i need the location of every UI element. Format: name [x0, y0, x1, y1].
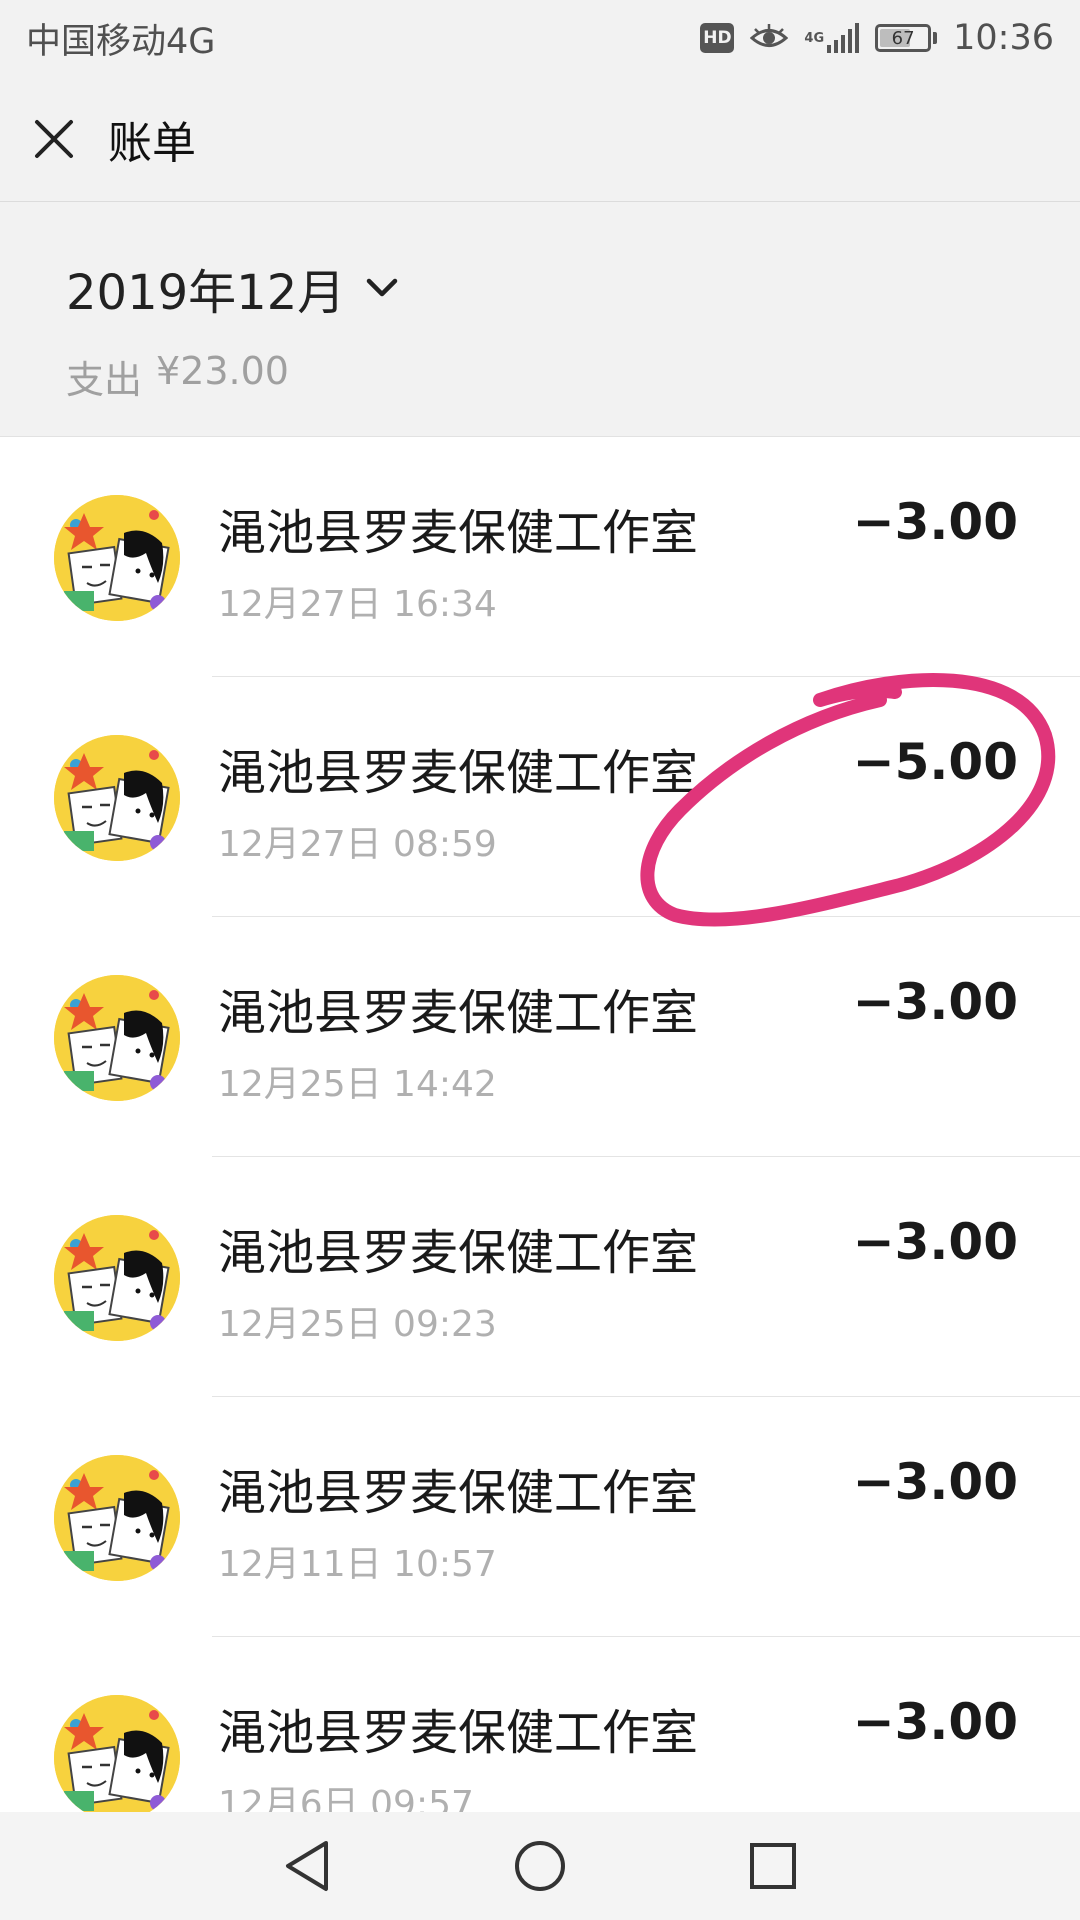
expense-amount: ¥23.00 — [156, 349, 289, 393]
merchant-avatar — [54, 1215, 180, 1341]
battery-icon: 67 — [875, 24, 938, 52]
transaction-item[interactable]: 渑池县罗麦保健工作室 12月27日 16:34 −3.00 — [0, 437, 1080, 677]
hd-icon: HD — [700, 23, 735, 53]
navigation-bar — [0, 1812, 1080, 1920]
merchant-avatar — [54, 735, 180, 861]
merchant-avatar — [54, 975, 180, 1101]
eye-icon — [750, 23, 789, 53]
transaction-list: 渑池县罗麦保健工作室 12月27日 16:34 −3.00 渑池县罗麦保健工作室… — [0, 436, 1080, 1812]
transaction-datetime: 12月27日 08:59 — [218, 824, 497, 865]
battery-level: 67 — [891, 27, 915, 49]
screen: 中国移动4G HD 4G 67 10:36 账单 2019年12月 支出 ¥23… — [0, 0, 1080, 1920]
month-label: 2019年12月 — [66, 265, 346, 321]
transaction-datetime: 12月27日 16:34 — [218, 584, 497, 625]
transaction-datetime: 12月25日 09:23 — [218, 1304, 497, 1345]
close-icon[interactable] — [34, 119, 74, 159]
transaction-amount: −3.00 — [852, 493, 1018, 551]
merchant-name: 渑池县罗麦保健工作室 — [218, 745, 699, 801]
page-title: 账单 — [108, 117, 196, 169]
transaction-amount: −3.00 — [852, 1693, 1018, 1751]
transaction-amount: −5.00 — [852, 733, 1018, 791]
month-summary: 2019年12月 支出 ¥23.00 — [0, 203, 1080, 435]
transaction-amount: −3.00 — [852, 1453, 1018, 1511]
transaction-datetime: 12月6日 09:57 — [218, 1784, 474, 1812]
recents-square-icon[interactable] — [743, 1836, 803, 1896]
transaction-item[interactable]: 渑池县罗麦保健工作室 12月11日 10:57 −3.00 — [0, 1397, 1080, 1637]
merchant-avatar — [54, 1695, 180, 1812]
transaction-datetime: 12月25日 14:42 — [218, 1064, 497, 1105]
month-selector[interactable]: 2019年12月 — [66, 253, 1080, 323]
status-bar: 中国移动4G HD 4G 67 10:36 — [0, 0, 1080, 76]
merchant-name: 渑池县罗麦保健工作室 — [218, 985, 699, 1041]
app-header: 账单 — [0, 76, 1080, 202]
transaction-datetime: 12月11日 10:57 — [218, 1544, 497, 1585]
network-label: 4G — [804, 30, 825, 46]
transaction-item[interactable]: 渑池县罗麦保健工作室 12月27日 08:59 −5.00 — [0, 677, 1080, 917]
signal-icon: 4G — [804, 23, 860, 53]
back-triangle-icon[interactable] — [277, 1836, 337, 1896]
merchant-avatar — [54, 495, 180, 621]
transaction-item[interactable]: 渑池县罗麦保健工作室 12月25日 09:23 −3.00 — [0, 1157, 1080, 1397]
chevron-down-icon — [365, 277, 399, 299]
carrier-label: 中国移动4G — [26, 21, 216, 62]
status-icons: HD 4G 67 10:36 — [700, 18, 1054, 58]
home-circle-icon[interactable] — [510, 1836, 570, 1896]
expense-summary: 支出 ¥23.00 — [66, 349, 1080, 404]
merchant-name: 渑池县罗麦保健工作室 — [218, 1465, 699, 1521]
clock: 10:36 — [953, 18, 1054, 58]
merchant-name: 渑池县罗麦保健工作室 — [218, 1705, 699, 1761]
merchant-name: 渑池县罗麦保健工作室 — [218, 1225, 699, 1281]
expense-label: 支出 — [66, 358, 143, 402]
transaction-item[interactable]: 渑池县罗麦保健工作室 12月6日 09:57 −3.00 — [0, 1637, 1080, 1812]
merchant-avatar — [54, 1455, 180, 1581]
transaction-amount: −3.00 — [852, 1213, 1018, 1271]
merchant-name: 渑池县罗麦保健工作室 — [218, 505, 699, 561]
transaction-amount: −3.00 — [852, 973, 1018, 1031]
transaction-item[interactable]: 渑池县罗麦保健工作室 12月25日 14:42 −3.00 — [0, 917, 1080, 1157]
